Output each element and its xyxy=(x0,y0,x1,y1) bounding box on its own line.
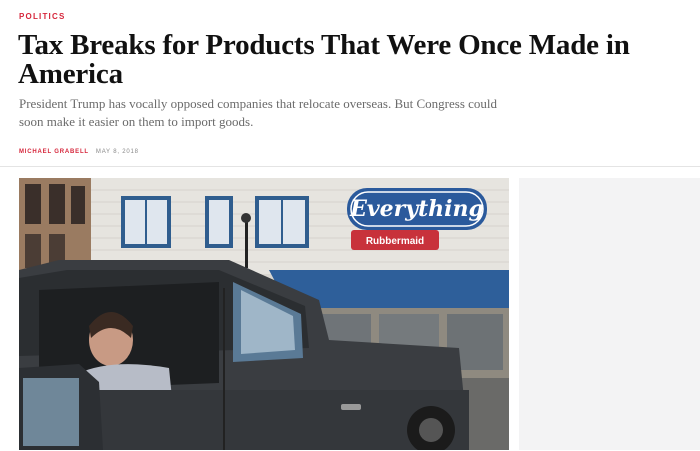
byline-date: MAY 8, 2018 xyxy=(95,149,139,155)
divider xyxy=(0,166,700,167)
sidebar-ad-placeholder xyxy=(519,178,700,450)
store-sign-text: Everything xyxy=(349,196,484,222)
hero-image: Everything Rubbermaid xyxy=(19,178,509,450)
byline: MICHAEL GRABELL MAY 8, 2018 xyxy=(19,149,139,155)
article-dek: President Trump has vocally opposed comp… xyxy=(19,96,498,129)
headline: Tax Breaks for Products That Were Once M… xyxy=(18,29,630,90)
article: POLITICS Tax Breaks for Products That We… xyxy=(0,0,700,451)
store-subsign-text: Rubbermaid xyxy=(366,236,424,247)
section-label[interactable]: POLITICS xyxy=(19,12,66,21)
byline-author[interactable]: MICHAEL GRABELL xyxy=(19,149,89,155)
